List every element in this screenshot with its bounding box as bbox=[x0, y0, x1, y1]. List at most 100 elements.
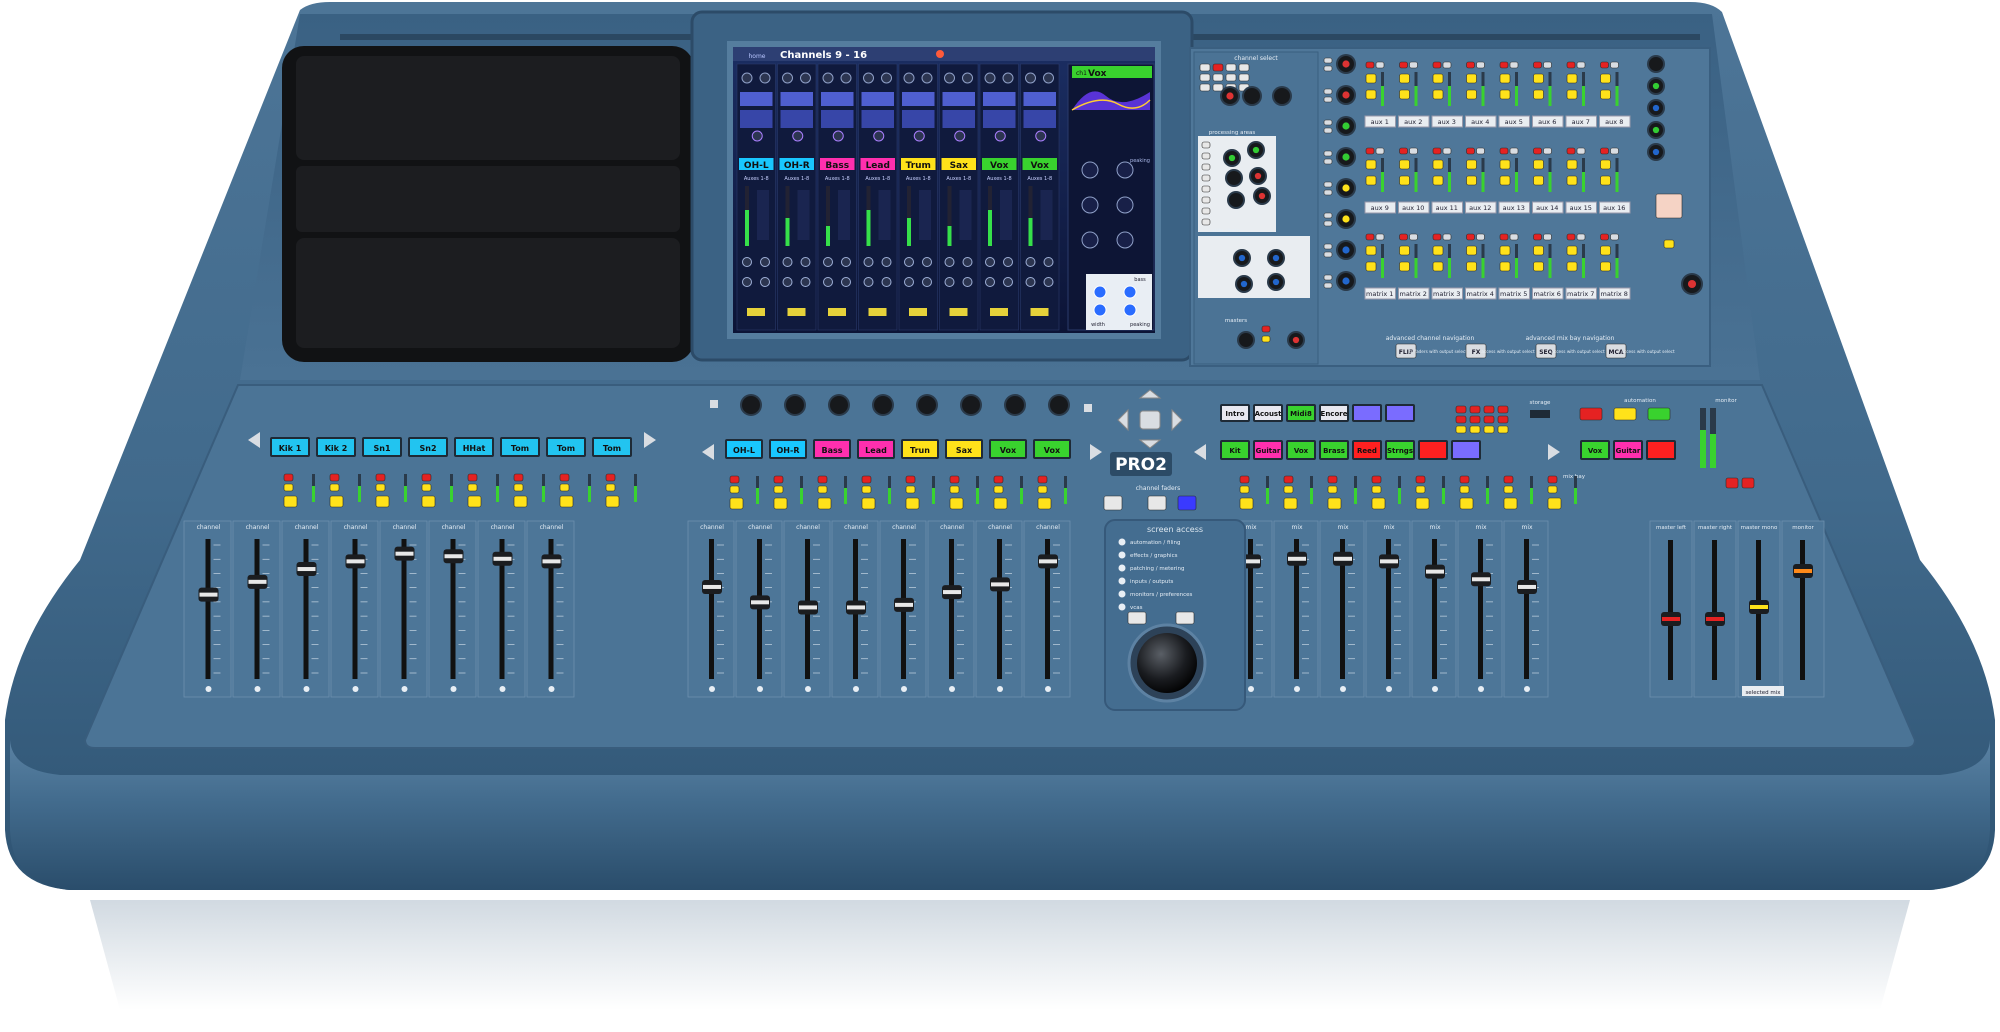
rotary-knob[interactable] bbox=[960, 394, 982, 416]
aux-button[interactable] bbox=[1543, 147, 1552, 155]
aux-yellow-button[interactable] bbox=[1466, 159, 1477, 170]
select-button[interactable] bbox=[1037, 497, 1052, 510]
aux-button[interactable] bbox=[1610, 61, 1619, 69]
fader-cap[interactable] bbox=[345, 554, 366, 569]
mute-button[interactable] bbox=[329, 473, 340, 482]
solo-button[interactable] bbox=[1547, 485, 1558, 494]
aux-button[interactable] bbox=[1543, 61, 1552, 69]
aux-yellow-button[interactable] bbox=[1466, 89, 1477, 100]
mute-button[interactable] bbox=[1283, 475, 1294, 484]
rotary-knob[interactable] bbox=[740, 394, 762, 416]
channel-fader-button[interactable] bbox=[1103, 495, 1123, 511]
aux-red-button[interactable] bbox=[1365, 147, 1375, 155]
knob-side-button[interactable] bbox=[1323, 57, 1333, 64]
solo-button[interactable] bbox=[729, 485, 740, 494]
usb-port[interactable] bbox=[1530, 410, 1550, 418]
aux-button[interactable] bbox=[1509, 233, 1519, 241]
mute-button[interactable] bbox=[1327, 475, 1338, 484]
aux-red-button[interactable] bbox=[1600, 147, 1609, 155]
master-fader-cap[interactable] bbox=[1705, 612, 1725, 626]
select-button[interactable] bbox=[1283, 497, 1298, 510]
screen-access-led[interactable] bbox=[1118, 538, 1126, 546]
utility-button[interactable] bbox=[1483, 415, 1495, 424]
mute-button[interactable] bbox=[1415, 475, 1426, 484]
aux-yellow-button[interactable] bbox=[1533, 73, 1544, 84]
aux-yellow-button[interactable] bbox=[1600, 73, 1611, 84]
mute-button[interactable] bbox=[421, 473, 432, 482]
rotary-knob[interactable] bbox=[1267, 273, 1285, 291]
aux-yellow-button[interactable] bbox=[1432, 175, 1444, 186]
channel-select-button[interactable] bbox=[1212, 83, 1224, 92]
rotary-knob[interactable] bbox=[1253, 187, 1271, 205]
rotary-knob[interactable] bbox=[1225, 169, 1243, 187]
solo-button[interactable] bbox=[905, 485, 916, 494]
aux-red-button[interactable] bbox=[1499, 233, 1509, 241]
processing-button[interactable] bbox=[1201, 196, 1211, 204]
fader-cap[interactable] bbox=[1287, 551, 1307, 566]
aux-red-button[interactable] bbox=[1566, 233, 1576, 241]
aux-yellow-button[interactable] bbox=[1365, 261, 1377, 272]
rotary-knob[interactable] bbox=[1336, 240, 1356, 260]
master-fader-cap[interactable] bbox=[1661, 612, 1681, 626]
knob-side-button[interactable] bbox=[1323, 119, 1333, 126]
aux-yellow-button[interactable] bbox=[1365, 175, 1377, 186]
channel-select-button[interactable] bbox=[1225, 63, 1237, 72]
solo-in-place-button[interactable] bbox=[1655, 193, 1683, 219]
rotary-knob[interactable] bbox=[1336, 209, 1356, 229]
select-button[interactable] bbox=[421, 495, 436, 508]
select-button[interactable] bbox=[559, 495, 574, 508]
utility-button[interactable] bbox=[1497, 405, 1509, 414]
screen-channel-strip[interactable]: Sax Auxes 1-8 bbox=[939, 63, 979, 331]
monitor-button[interactable] bbox=[1725, 477, 1739, 489]
solo-button[interactable] bbox=[283, 483, 294, 492]
rotary-knob[interactable] bbox=[1336, 178, 1356, 198]
aux-button[interactable] bbox=[1375, 233, 1385, 241]
solo-button[interactable] bbox=[1037, 485, 1048, 494]
aux-yellow-button[interactable] bbox=[1499, 73, 1511, 84]
aux-red-button[interactable] bbox=[1432, 147, 1442, 155]
select-button[interactable] bbox=[773, 497, 788, 510]
rotary-knob[interactable] bbox=[1004, 394, 1026, 416]
aux-red-button[interactable] bbox=[1466, 61, 1475, 69]
utility-button[interactable] bbox=[1455, 405, 1467, 414]
rotary-knob[interactable] bbox=[1220, 86, 1240, 106]
aux-button[interactable] bbox=[1576, 147, 1586, 155]
aux-red-button[interactable] bbox=[1399, 233, 1408, 241]
aux-button[interactable] bbox=[1509, 147, 1519, 155]
select-button[interactable] bbox=[817, 497, 832, 510]
mute-button[interactable] bbox=[1037, 475, 1048, 484]
solo-button[interactable] bbox=[1283, 485, 1294, 494]
aux-button[interactable] bbox=[1476, 147, 1485, 155]
aux-yellow-button[interactable] bbox=[1499, 89, 1511, 100]
fader-cap[interactable] bbox=[702, 579, 722, 594]
fader-cap[interactable] bbox=[296, 562, 317, 577]
rotary-knob[interactable] bbox=[1336, 147, 1356, 167]
aux-yellow-button[interactable] bbox=[1399, 175, 1410, 186]
aux-red-button[interactable] bbox=[1466, 233, 1475, 241]
aux-button[interactable] bbox=[1509, 61, 1519, 69]
aux-red-button[interactable] bbox=[1600, 61, 1609, 69]
aux-yellow-button[interactable] bbox=[1432, 245, 1444, 256]
fader-cap[interactable] bbox=[846, 600, 866, 615]
channel-select-button[interactable] bbox=[1199, 63, 1211, 72]
rotary-knob[interactable] bbox=[1336, 54, 1356, 74]
rotary-knob[interactable] bbox=[1647, 55, 1665, 73]
bank-button[interactable] bbox=[710, 400, 718, 408]
utility-button[interactable] bbox=[1469, 415, 1481, 424]
aux-red-button[interactable] bbox=[1399, 147, 1408, 155]
processing-button[interactable] bbox=[1201, 174, 1211, 182]
select-button[interactable] bbox=[905, 497, 920, 510]
fader-cap[interactable] bbox=[443, 549, 464, 564]
aux-yellow-button[interactable] bbox=[1533, 261, 1544, 272]
screen-access-led[interactable] bbox=[1118, 603, 1126, 611]
fader-cap[interactable] bbox=[1471, 572, 1491, 587]
aux-red-button[interactable] bbox=[1399, 61, 1408, 69]
solo-button[interactable] bbox=[773, 485, 784, 494]
aux-yellow-button[interactable] bbox=[1365, 159, 1377, 170]
knob-side-button[interactable] bbox=[1323, 150, 1333, 157]
masters-button[interactable] bbox=[1261, 335, 1271, 343]
aux-yellow-button[interactable] bbox=[1432, 73, 1444, 84]
aux-yellow-button[interactable] bbox=[1600, 175, 1611, 186]
select-button[interactable] bbox=[1239, 497, 1254, 510]
aux-yellow-button[interactable] bbox=[1466, 73, 1477, 84]
